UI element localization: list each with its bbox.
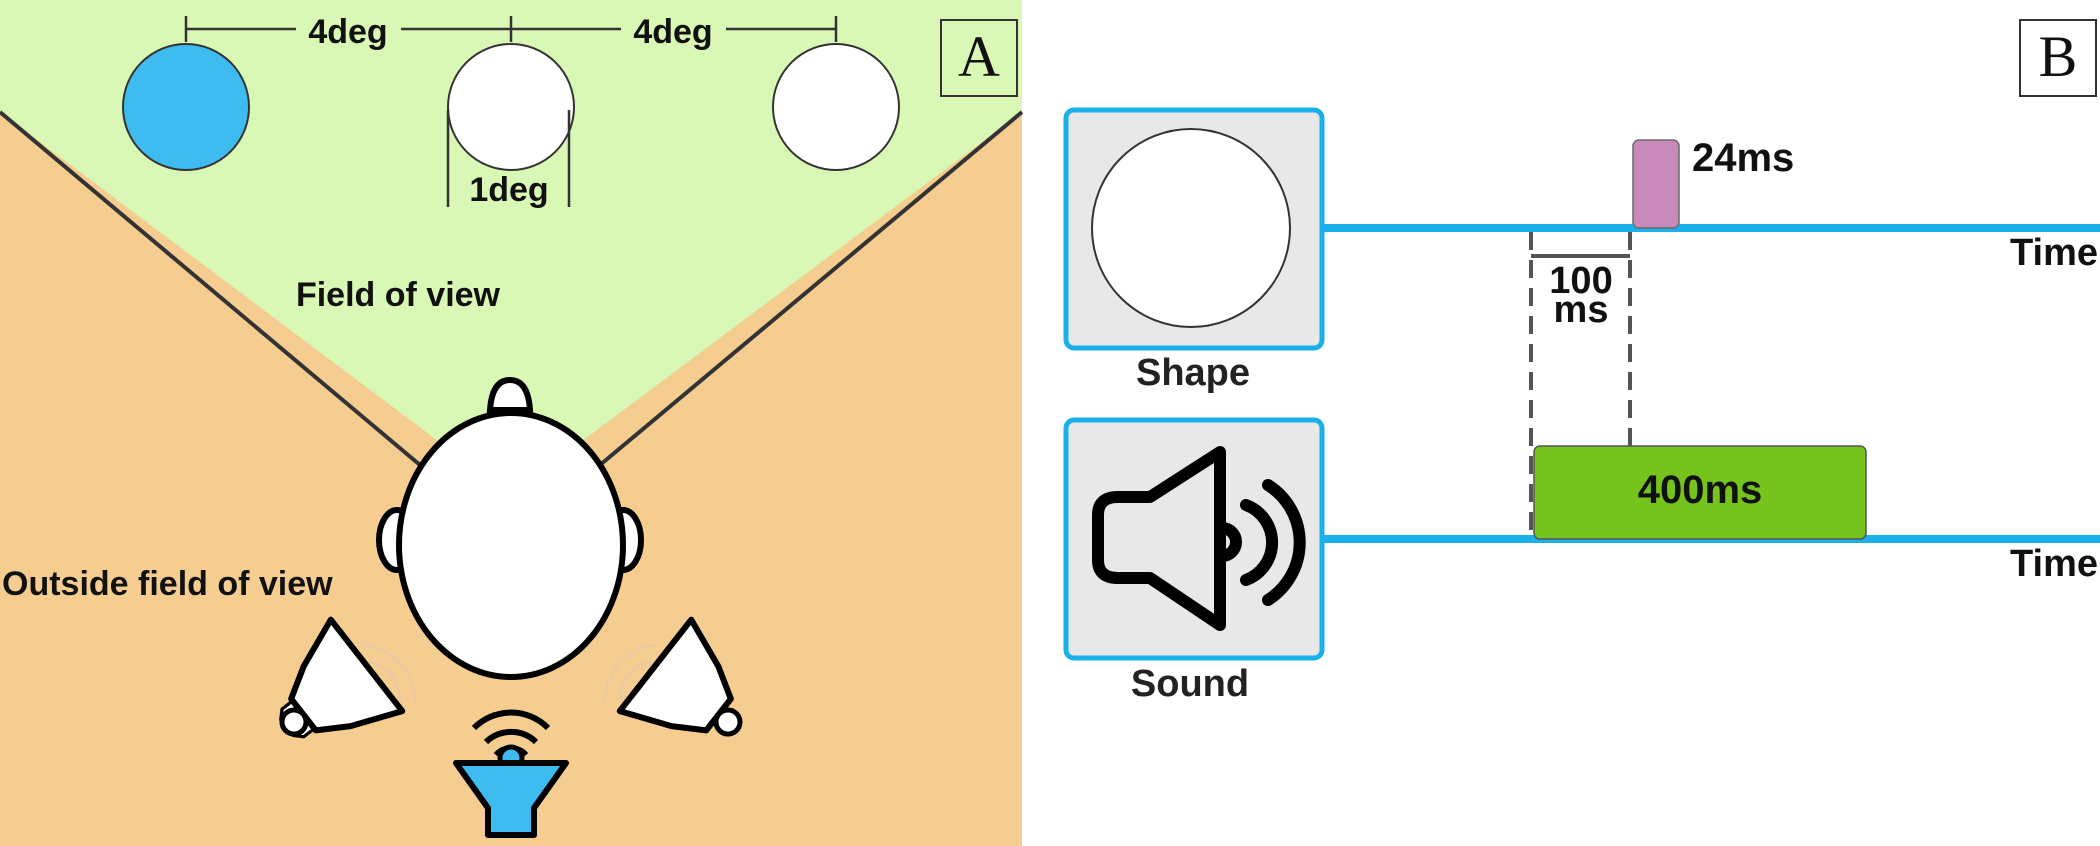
shape-stimulus-circle [1091,128,1291,328]
outside-field-label: Outside field of view [2,565,333,603]
experiment-figure: A 4deg 4deg 1deg Field of view Outside f… [0,0,2100,846]
spacing-right-label: 4deg [633,13,712,51]
panel-b: B Time Time Shape Sound 24ms 400ms 100 m… [1063,19,2100,705]
panel-a-letter: A [958,24,1000,89]
time-label-bottom: Time [2010,543,2098,585]
size-label: 1deg [469,171,548,209]
spacing-left-label: 4deg [308,13,387,51]
shape-caption: Shape [1136,352,1250,394]
flash-duration-label: 24ms [1692,136,1794,180]
flash-bar [1632,139,1680,229]
sound-stimulus-box [1063,417,1325,661]
field-of-view-label: Field of view [296,276,501,314]
sound-caption: Sound [1131,663,1249,705]
sound-duration-label: 400ms [1638,468,1763,512]
panel-a: A 4deg 4deg 1deg Field of view Outside f… [0,0,1024,846]
offset-unit: ms [1554,289,1609,331]
time-label-top: Time [2010,232,2098,274]
stimulus-circle-right [772,43,900,171]
panel-b-letter: B [2039,24,2078,89]
target-circle-blue [122,43,250,171]
stimulus-circle-center [447,43,575,171]
